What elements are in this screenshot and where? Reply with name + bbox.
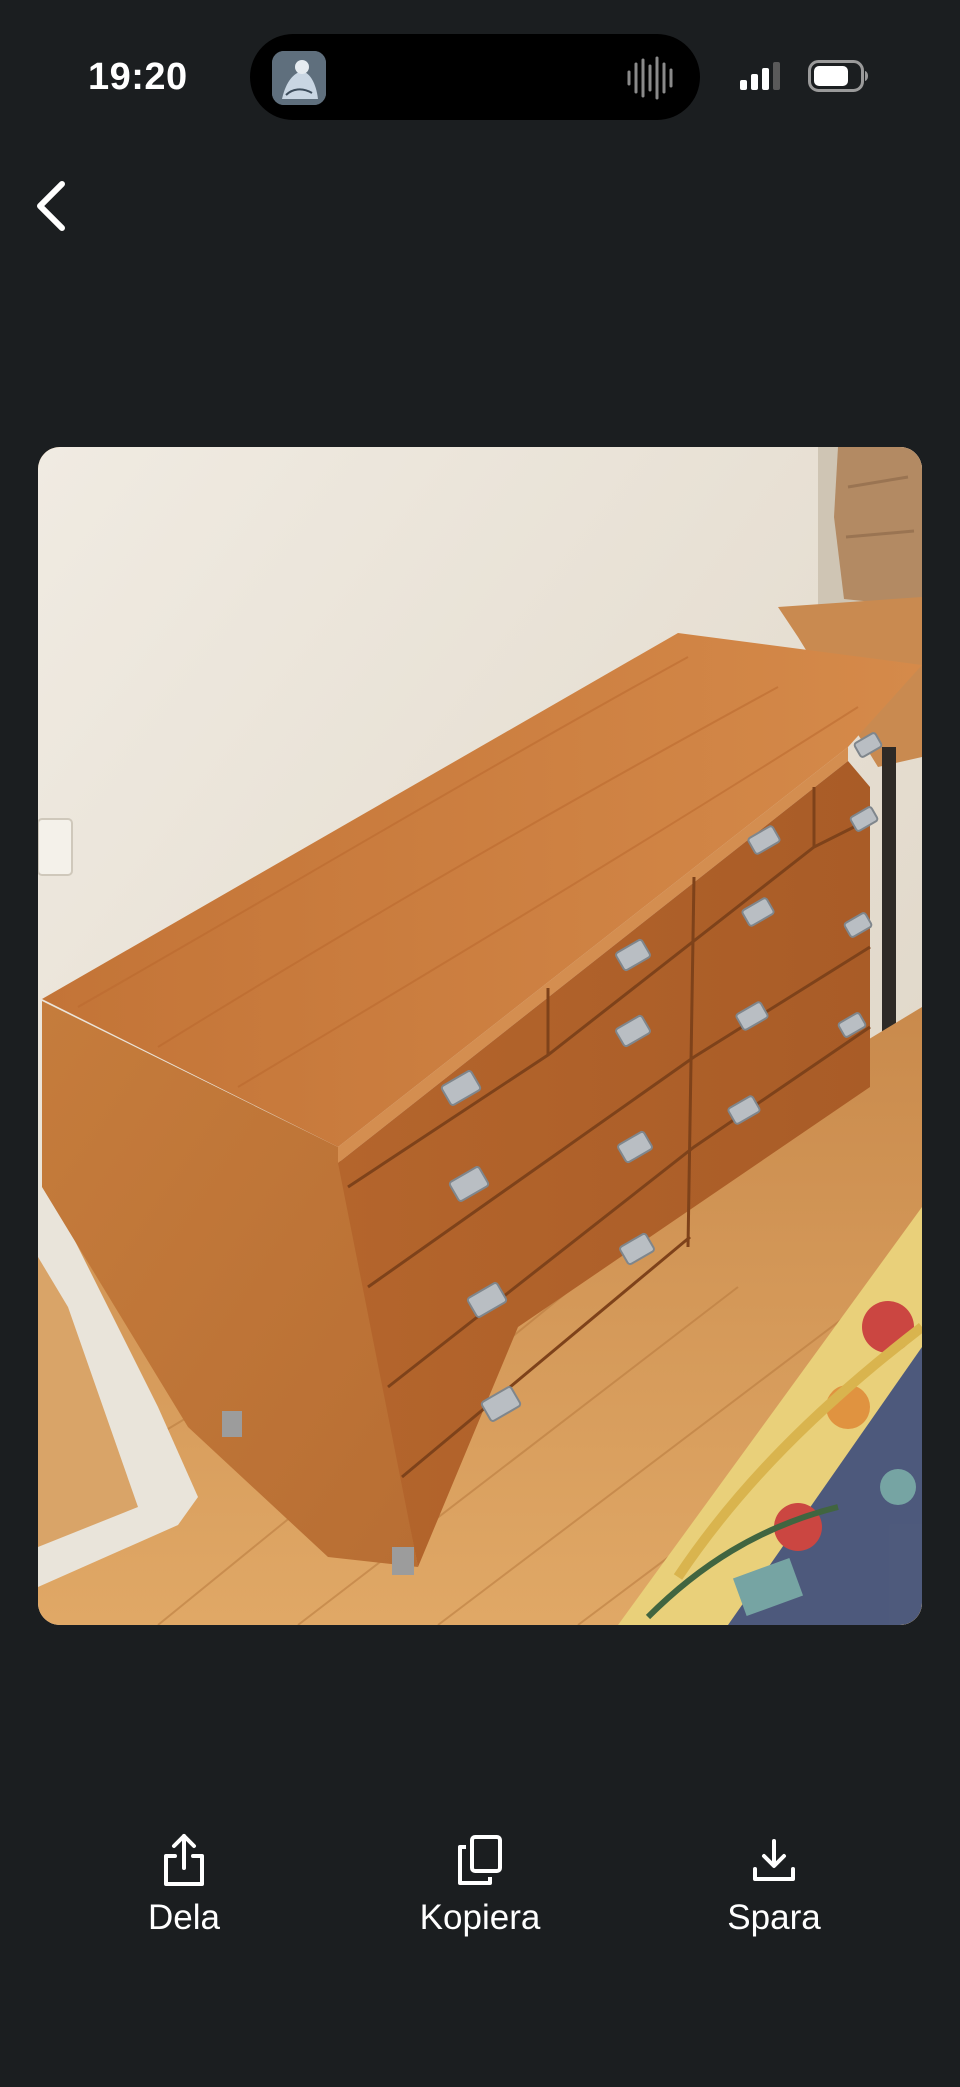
download-icon [746, 1830, 802, 1890]
cellular-signal-icon [740, 62, 780, 90]
back-button[interactable] [26, 170, 86, 242]
save-button[interactable]: Spara [654, 1830, 894, 1970]
now-playing-artwork [272, 51, 326, 105]
dynamic-island[interactable] [250, 34, 700, 120]
share-label: Dela [148, 1898, 220, 1937]
furniture-photo [38, 447, 922, 1625]
copy-icon [452, 1830, 508, 1890]
save-label: Spara [727, 1898, 821, 1937]
share-button[interactable]: Dela [64, 1830, 304, 1970]
status-bar: 19:20 [0, 0, 960, 150]
copy-label: Kopiera [419, 1898, 541, 1937]
battery-icon [808, 60, 868, 92]
status-icons [740, 60, 870, 94]
share-icon [156, 1830, 212, 1890]
action-bar: Dela Kopiera Spara [0, 1830, 960, 1970]
chevron-left-icon [37, 181, 65, 231]
audio-waveform-icon [627, 56, 673, 100]
copy-button[interactable]: Kopiera [360, 1830, 600, 1970]
status-time: 19:20 [88, 56, 188, 98]
